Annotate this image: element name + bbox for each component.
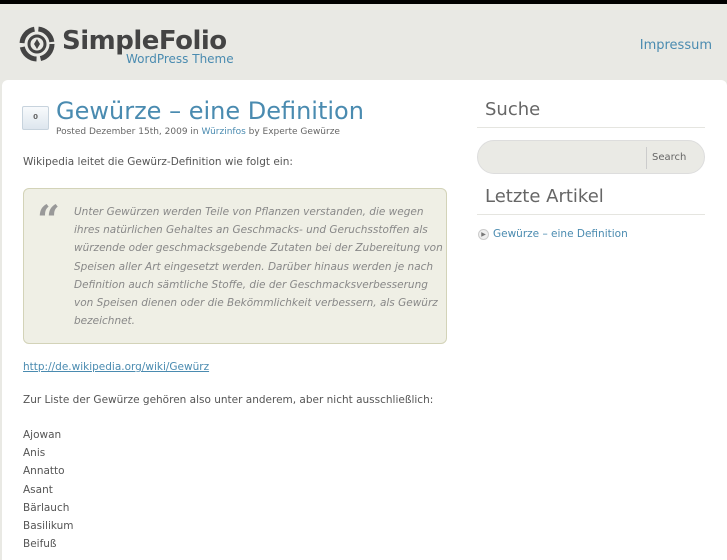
list-item: Bärlauch (23, 501, 70, 514)
search-widget-title: Suche (477, 80, 705, 128)
site-header: SimpleFolio WordPress Theme Impressum (0, 4, 727, 76)
sidebar: Suche Search Letzte Artikel ▶ Gewürze – … (477, 80, 705, 240)
arrow-right-icon: ▶ (478, 228, 489, 240)
recent-widget-title: Letzte Artikel (477, 167, 705, 215)
list-item: Beifuß (23, 538, 57, 551)
recent-post-link[interactable]: Gewürze – eine Definition (493, 228, 628, 240)
site-logo[interactable]: SimpleFolio WordPress Theme (16, 26, 234, 66)
quote-text: Unter Gewürzen werden Teile von Pflanzen… (74, 206, 443, 328)
blockquote: “ Unter Gewürzen werden Teile von Pflanz… (23, 188, 447, 344)
list-item: Ajowan (23, 429, 62, 441)
intro-text: Wikipedia leitet die Gewürz-Definition w… (23, 156, 293, 168)
nav-impressum[interactable]: Impressum (640, 38, 712, 53)
logo-target-icon (19, 26, 55, 62)
content-area: 0 Gewürze – eine Definition Posted Dezem… (2, 80, 727, 560)
category-link[interactable]: Würzinfos (202, 127, 246, 137)
list-item: Annatto (23, 465, 65, 478)
search-button[interactable]: Search (646, 147, 686, 169)
quote-icon: “ (37, 197, 61, 244)
spice-list: Ajowan Anis Annatto Asant Bärlauch Basil… (23, 426, 74, 553)
post-meta: Posted Dezember 15th, 2009 in Würzinfos … (56, 127, 340, 137)
post-title[interactable]: Gewürze – eine Definition (56, 97, 364, 125)
list-item: Basilikum (23, 520, 74, 533)
meta-date: Posted Dezember 15th, 2009 in (56, 127, 202, 137)
meta-author: by Experte Gewürze (245, 127, 340, 137)
list-item: Anis (23, 447, 46, 460)
list-intro: Zur Liste der Gewürze gehören also unter… (23, 394, 434, 406)
recent-post-item[interactable]: ▶ Gewürze – eine Definition (478, 228, 628, 240)
comment-count-badge[interactable]: 0 (22, 106, 49, 130)
wikipedia-link[interactable]: http://de.wikipedia.org/wiki/Gewürz (23, 361, 209, 373)
list-item: Asant (23, 483, 53, 496)
logo-subtitle: WordPress Theme (126, 52, 234, 66)
search-input[interactable] (486, 146, 641, 168)
